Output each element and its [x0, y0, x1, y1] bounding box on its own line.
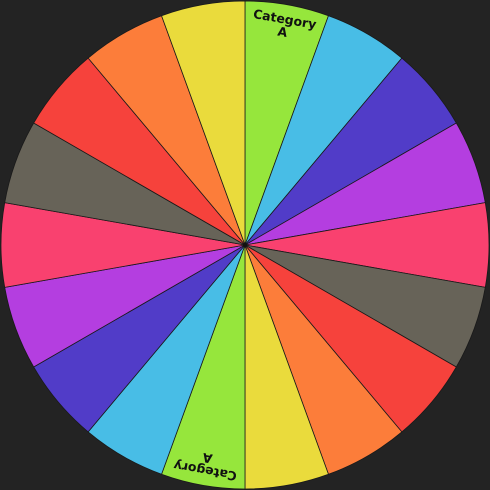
spinner-wheel[interactable]: Category A Category A — [0, 0, 490, 490]
wheel-hub — [243, 243, 247, 247]
wheel-graphic[interactable]: CategoryACategoryA — [0, 0, 490, 490]
